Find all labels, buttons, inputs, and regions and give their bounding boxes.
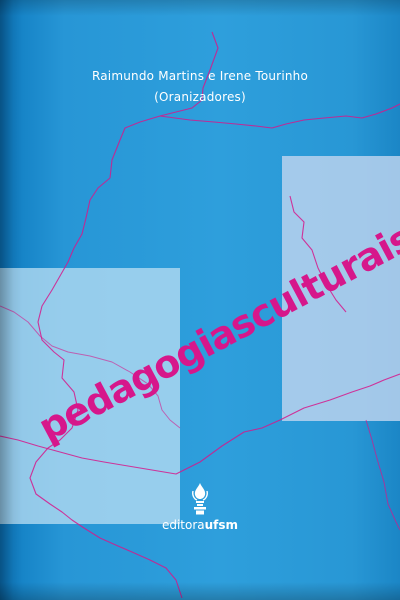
top-edge-shadow <box>0 0 400 16</box>
lamp-flame-icon <box>192 483 208 515</box>
publisher-name: editoraufsm <box>150 518 250 532</box>
publisher-logo: editoraufsm <box>150 482 250 552</box>
organizers-role: (Oranizadores) <box>154 90 246 104</box>
bottom-edge-shadow <box>0 582 400 600</box>
publisher-suffix: ufsm <box>204 518 239 532</box>
spine-shadow <box>0 0 22 600</box>
publisher-prefix: editora <box>161 518 205 532</box>
title-area: pedagogiasculturais <box>31 216 400 462</box>
author-credits: Raimundo Martins e Irene Tourinho (Orani… <box>0 66 400 108</box>
authors-line: Raimundo Martins e Irene Tourinho <box>91 69 309 83</box>
book-cover: Raimundo Martins e Irene Tourinho (Orani… <box>0 0 400 600</box>
